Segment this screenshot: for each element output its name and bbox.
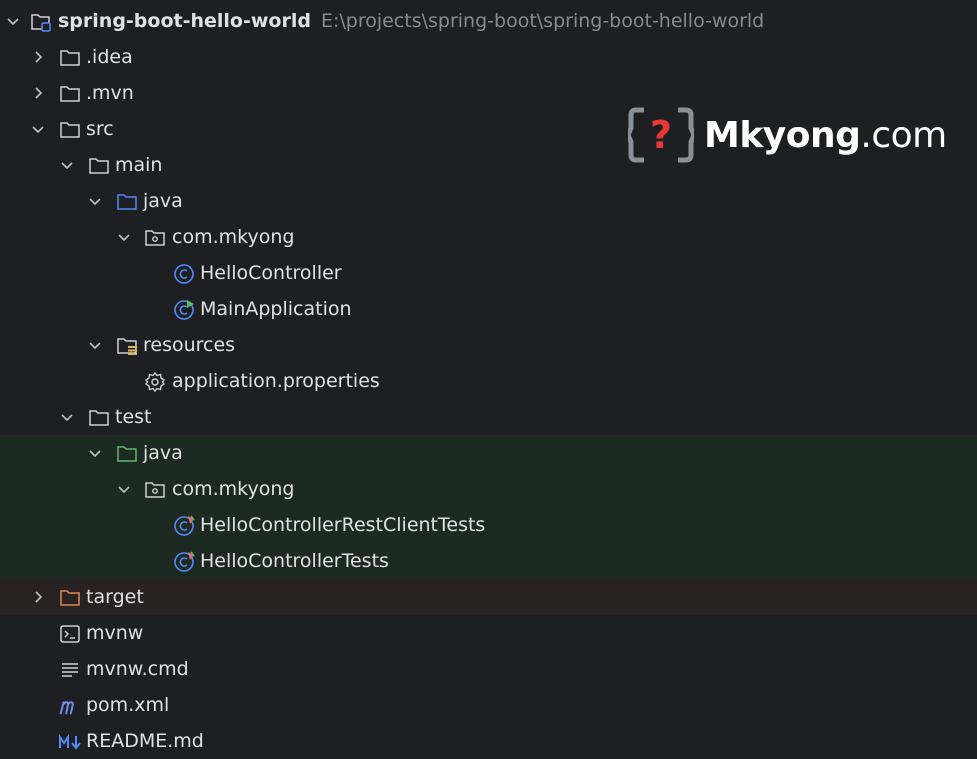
mkyong-logo: ? Mkyong.com (628, 106, 947, 164)
tree-label: main (115, 154, 163, 176)
project-name: spring-boot-hello-world (58, 10, 311, 32)
chevron-down-icon[interactable] (115, 480, 133, 498)
tree-label: HelloControllerRestClientTests (200, 514, 486, 536)
tree-row-target[interactable]: target (0, 579, 977, 615)
tree-label: application.properties (172, 370, 380, 392)
chevron-down-icon[interactable] (4, 12, 22, 30)
excluded-folder-icon (60, 590, 80, 606)
chevron-down-icon[interactable] (86, 192, 104, 210)
maven-icon (59, 701, 74, 715)
mkyong-brand: Mkyong (704, 114, 861, 156)
test-class-icon (174, 515, 195, 536)
folder-icon (60, 122, 80, 138)
tree-row-pom[interactable]: pom.xml (0, 687, 977, 723)
terminal-icon (60, 625, 80, 643)
tree-label: HelloController (200, 262, 342, 284)
tree-row-main-java[interactable]: java (0, 183, 977, 219)
module-folder-icon (31, 14, 51, 32)
tree-label: mvnw.cmd (86, 658, 189, 680)
chevron-down-icon[interactable] (58, 156, 76, 174)
mkyong-logo-icon: ? (628, 107, 694, 163)
tree-label: java (143, 190, 183, 212)
tree-label: pom.xml (86, 694, 170, 716)
folder-icon (89, 410, 109, 426)
tree-label: java (143, 442, 183, 464)
chevron-right-icon[interactable] (29, 84, 47, 102)
tree-label: HelloControllerTests (200, 550, 389, 572)
tree-row-main-application[interactable]: MainApplication (0, 291, 977, 327)
test-source-folder-icon (117, 446, 137, 462)
chevron-right-icon[interactable] (29, 48, 47, 66)
tree-label: src (86, 118, 114, 140)
folder-icon (60, 50, 80, 66)
tree-label: .mvn (86, 82, 134, 104)
tree-label: .idea (86, 46, 133, 68)
tree-row-test-package[interactable]: com.mkyong (0, 471, 977, 507)
tree-row-mvnw[interactable]: mvnw (0, 615, 977, 651)
tree-label: README.md (86, 730, 204, 752)
source-folder-icon (117, 194, 137, 210)
tree-row-idea[interactable]: .idea (0, 39, 977, 75)
resources-folder-icon (117, 338, 137, 355)
tree-row-mvnw-cmd[interactable]: mvnw.cmd (0, 651, 977, 687)
tree-row-hello-controller[interactable]: HelloController (0, 255, 977, 291)
chevron-down-icon[interactable] (86, 336, 104, 354)
package-icon (145, 230, 165, 246)
text-file-icon (62, 663, 78, 677)
tree-row-application-properties[interactable]: application.properties (0, 363, 977, 399)
chevron-down-icon[interactable] (115, 228, 133, 246)
tree-label: MainApplication (200, 298, 352, 320)
tree-row-controller-tests[interactable]: HelloControllerTests (0, 543, 977, 579)
tree-label: com.mkyong (172, 478, 295, 500)
tree-row-project-root[interactable]: spring-boot-hello-world E:\projects\sprin… (0, 3, 977, 39)
tree-row-test[interactable]: test (0, 399, 977, 435)
test-class-icon (174, 551, 195, 572)
chevron-right-icon[interactable] (29, 588, 47, 606)
project-path: E:\projects\spring-boot\spring-boot-hell… (320, 10, 765, 32)
tree-label: test (115, 406, 152, 428)
chevron-down-icon[interactable] (86, 444, 104, 462)
class-icon (174, 264, 194, 284)
tree-label: com.mkyong (172, 226, 295, 248)
folder-icon (89, 158, 109, 174)
tree-row-resources[interactable]: resources (0, 327, 977, 363)
folder-icon (60, 86, 80, 102)
mkyong-logo-text: Mkyong.com (704, 115, 947, 156)
chevron-down-icon[interactable] (29, 120, 47, 138)
project-name-label: spring-boot-hello-world E:\projects\sprin… (58, 8, 764, 34)
markdown-icon (59, 733, 81, 750)
runnable-class-icon (174, 300, 194, 320)
tree-label: target (86, 586, 144, 608)
gear-icon (144, 371, 166, 393)
tree-row-rest-client-tests[interactable]: HelloControllerRestClientTests (0, 507, 977, 543)
svg-text:?: ? (650, 113, 672, 157)
mkyong-suffix: .com (860, 114, 947, 156)
package-icon (145, 482, 165, 498)
tree-row-main-package[interactable]: com.mkyong (0, 219, 977, 255)
chevron-down-icon[interactable] (58, 408, 76, 426)
tree-label: resources (143, 334, 236, 356)
tree-label: mvnw (86, 622, 144, 644)
tree-row-test-java[interactable]: java (0, 435, 977, 471)
